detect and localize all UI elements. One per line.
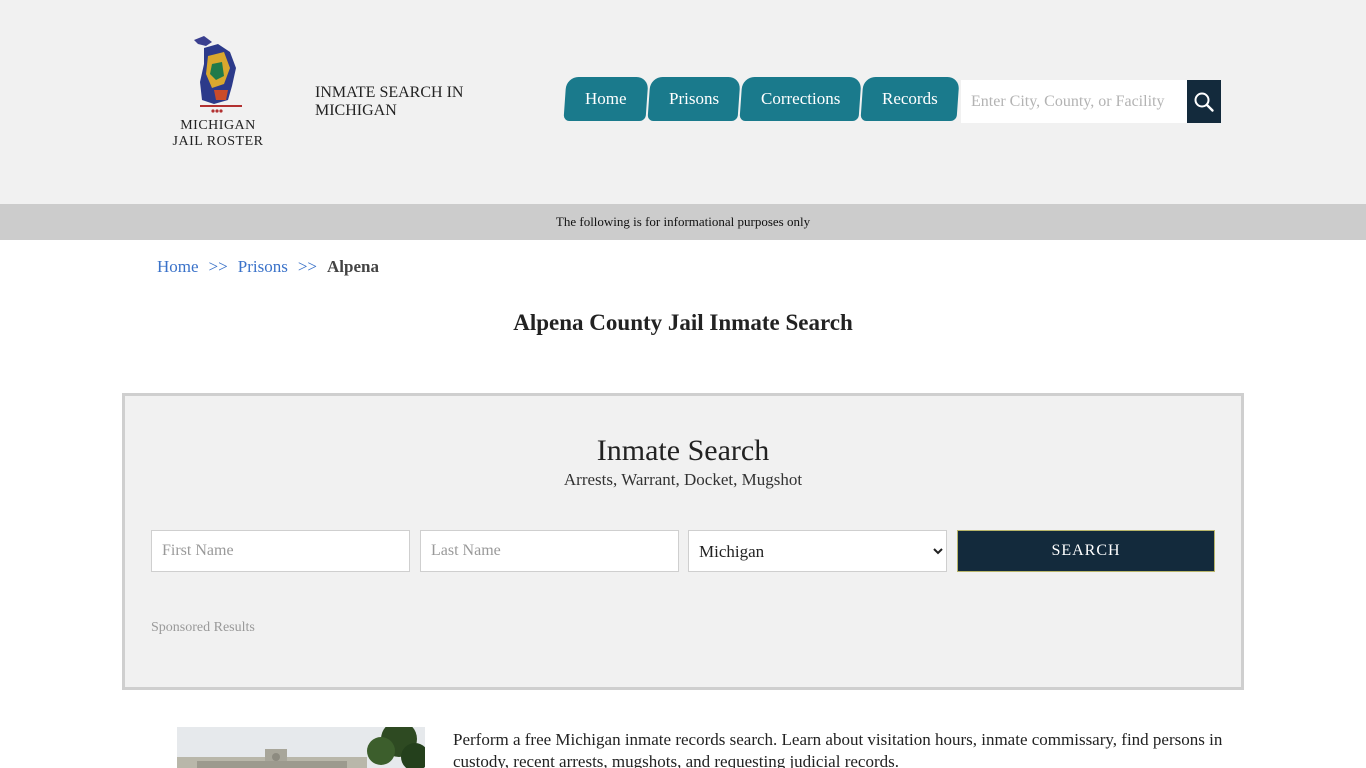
breadcrumb: Home >> Prisons >> Alpena — [157, 257, 379, 277]
nav-home-label: Home — [585, 89, 627, 108]
nav-prisons-label: Prisons — [668, 89, 719, 108]
logo-line-2: JAIL ROSTER — [172, 134, 264, 149]
breadcrumb-separator: >> — [297, 257, 317, 276]
search-submit-button[interactable]: SEARCH — [957, 530, 1215, 572]
logo-text: MICHIGAN JAIL ROSTER — [170, 118, 266, 150]
michigan-map-icon — [194, 36, 242, 113]
panel-title: Inmate Search — [596, 434, 770, 467]
page-title: Alpena County Jail Inmate Search — [513, 310, 853, 335]
facility-photo-image — [177, 727, 425, 768]
nav-records[interactable]: Records — [860, 77, 960, 121]
breadcrumb-current: Alpena — [327, 257, 379, 276]
site-logo[interactable]: MICHIGAN JAIL ROSTER — [170, 34, 266, 154]
sponsored-results-label: Sponsored Results — [151, 620, 255, 635]
state-select[interactable]: Michigan — [688, 530, 947, 572]
nav-corrections[interactable]: Corrections — [739, 77, 862, 121]
facility-photo — [177, 727, 425, 768]
inmate-search-panel: Inmate Search Arrests, Warrant, Docket, … — [122, 393, 1244, 690]
info-bar: The following is for informational purpo… — [0, 204, 1366, 240]
nav-prisons[interactable]: Prisons — [647, 77, 741, 121]
breadcrumb-home[interactable]: Home — [157, 257, 199, 277]
panel-subtitle: Arrests, Warrant, Docket, Mugshot — [563, 470, 803, 489]
site-header: MICHIGAN JAIL ROSTER INMATE SEARCH IN MI… — [0, 0, 1366, 204]
search-icon — [1194, 92, 1214, 112]
first-name-input[interactable] — [151, 530, 410, 572]
nav-corrections-label: Corrections — [760, 89, 840, 108]
breadcrumb-prisons[interactable]: Prisons — [238, 257, 288, 277]
breadcrumb-separator: >> — [208, 257, 228, 276]
site-tagline: INMATE SEARCH IN MICHIGAN — [315, 84, 464, 119]
site-search — [961, 80, 1221, 123]
site-search-input[interactable] — [961, 80, 1187, 123]
last-name-input[interactable] — [420, 530, 679, 572]
intro-text: Perform a free Michigan inmate records s… — [453, 730, 1223, 768]
logo-line-1: MICHIGAN — [180, 118, 256, 133]
site-search-button[interactable] — [1187, 80, 1221, 123]
nav-home[interactable]: Home — [563, 77, 649, 121]
nav-records-label: Records — [881, 89, 938, 108]
main-nav: Home Prisons Corrections Records — [563, 77, 960, 121]
